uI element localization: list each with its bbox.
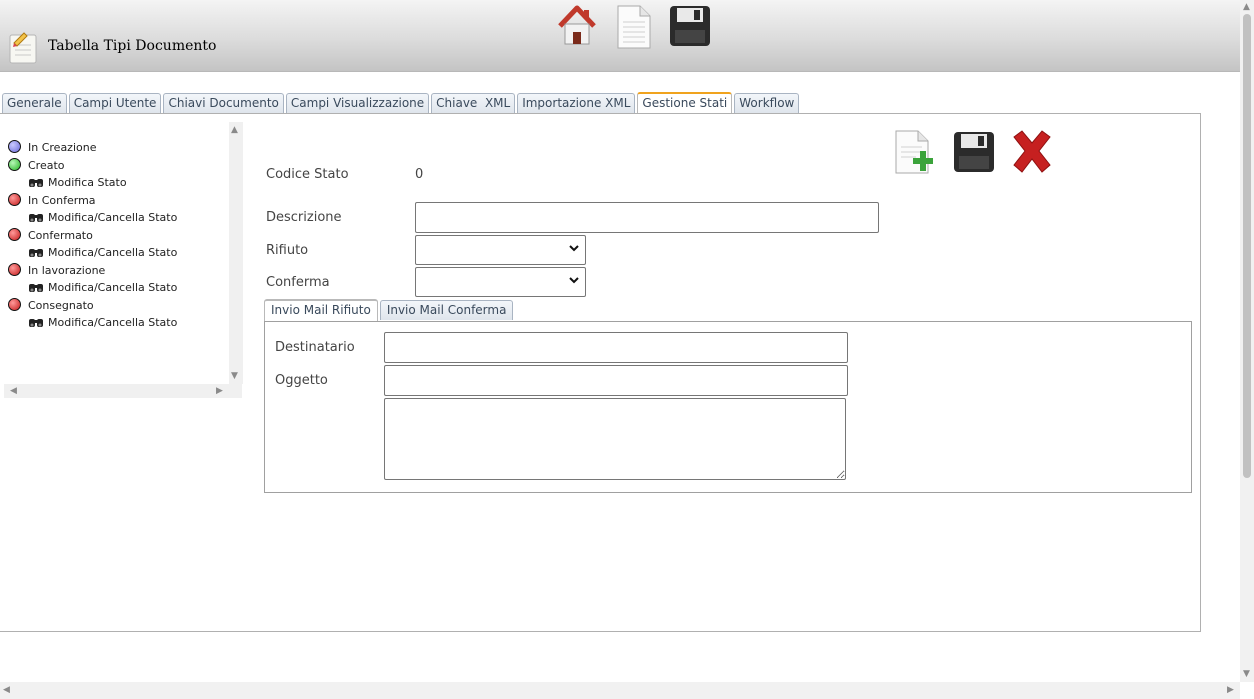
page-scroll-thumb[interactable]	[1243, 14, 1251, 478]
tab-importazione-xml[interactable]: Importazione XML	[517, 93, 636, 113]
tree-horizontal-scrollbar[interactable]	[4, 384, 242, 398]
codice-stato-value: 0	[415, 167, 424, 182]
tab-gestione-stati[interactable]: Gestione Stati	[637, 92, 733, 114]
home-icon[interactable]	[556, 4, 598, 48]
oggetto-label: Oggetto	[275, 373, 328, 388]
status-dot-icon	[8, 297, 21, 311]
rifiuto-select[interactable]	[415, 235, 586, 265]
binoculars-icon	[29, 284, 43, 292]
descrizione-label: Descrizione	[266, 210, 342, 225]
scroll-right-icon[interactable]: ▶	[1227, 685, 1234, 695]
status-dot-icon	[8, 192, 21, 206]
tab-workflow[interactable]: Workflow	[734, 93, 800, 113]
rifiuto-label: Rifiuto	[266, 243, 309, 258]
tab-campi-utente[interactable]: Campi Utente	[68, 93, 162, 113]
document-edit-icon	[9, 32, 37, 64]
page-horizontal-scrollbar[interactable]	[0, 682, 1240, 699]
codice-stato-label: Codice Stato	[266, 167, 349, 182]
page-title: Tabella Tipi Documento	[48, 38, 217, 54]
mail-body-textarea[interactable]	[384, 398, 846, 480]
binoculars-icon	[29, 319, 43, 327]
main-tabs: Generale Campi Utente Chiavi Documento C…	[2, 92, 800, 114]
new-document-icon[interactable]	[614, 4, 654, 50]
status-dot-icon	[8, 262, 21, 276]
destinatario-input[interactable]	[384, 332, 848, 363]
binoculars-icon	[29, 249, 43, 257]
header-bar: Tabella Tipi Documento	[0, 0, 1240, 72]
scroll-down-icon[interactable]: ▼	[1243, 669, 1250, 679]
add-document-icon[interactable]	[892, 129, 938, 175]
delete-x-icon[interactable]	[1008, 129, 1056, 175]
mail-tabs: Invio Mail Rifiuto Invio Mail Conferma	[264, 299, 514, 321]
chevron-down-icon	[569, 277, 579, 284]
tab-chiave-xml[interactable]: Chiave XML	[431, 93, 516, 113]
scroll-left-icon[interactable]: ◀	[10, 386, 17, 396]
floppy-save-icon[interactable]	[668, 4, 712, 48]
scroll-up-icon[interactable]: ▲	[231, 125, 238, 135]
scroll-left-icon[interactable]: ◀	[3, 685, 10, 695]
scroll-down-icon[interactable]: ▼	[231, 371, 238, 381]
scroll-up-icon[interactable]: ▲	[1243, 2, 1250, 12]
destinatario-label: Destinatario	[275, 340, 355, 355]
tab-invio-mail-conferma[interactable]: Invio Mail Conferma	[379, 300, 514, 320]
tab-invio-mail-rifiuto[interactable]: Invio Mail Rifiuto	[264, 299, 378, 321]
tab-campi-visualizzazione[interactable]: Campi Visualizzazione	[285, 93, 430, 113]
floppy-save-icon[interactable]	[952, 130, 996, 174]
status-dot-icon	[8, 140, 21, 153]
status-dot-icon	[8, 157, 21, 171]
tab-chiavi-documento[interactable]: Chiavi Documento	[163, 93, 284, 113]
conferma-select[interactable]	[415, 267, 586, 297]
status-dot-icon	[8, 227, 21, 241]
binoculars-icon	[29, 214, 43, 222]
oggetto-input[interactable]	[384, 365, 848, 396]
scroll-right-icon[interactable]: ▶	[216, 386, 223, 396]
conferma-label: Conferma	[266, 275, 330, 290]
chevron-down-icon	[569, 245, 579, 252]
descrizione-input[interactable]	[415, 202, 879, 233]
tree-vertical-scrollbar[interactable]	[229, 122, 243, 384]
binoculars-icon	[29, 179, 43, 187]
tab-generale[interactable]: Generale	[2, 93, 67, 113]
